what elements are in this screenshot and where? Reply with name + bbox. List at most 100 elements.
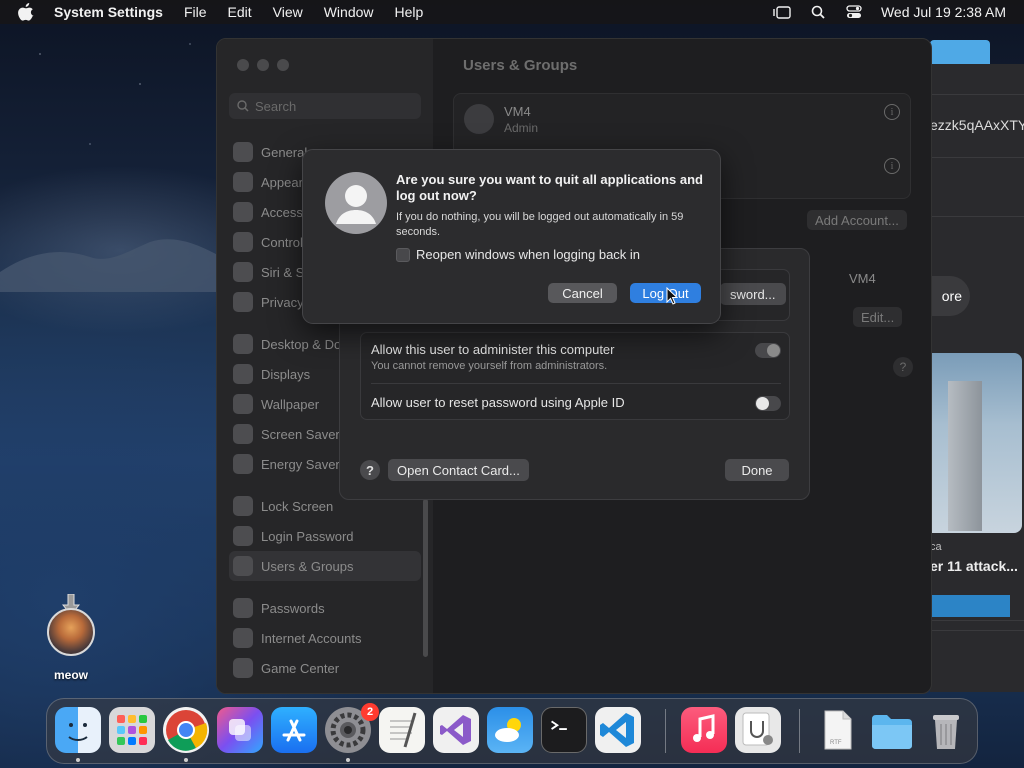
screen-saver-icon — [233, 424, 253, 444]
privacy-hand-icon — [233, 292, 253, 312]
open-contact-card-button[interactable]: Open Contact Card... — [388, 459, 529, 481]
dock-separator — [665, 709, 666, 753]
dock-separator — [799, 709, 800, 753]
textedit-icon[interactable] — [379, 707, 425, 753]
users-groups-icon — [233, 556, 253, 576]
user-name[interactable]: VM4 — [504, 104, 531, 119]
sidebar-item-passwords[interactable]: Passwords — [229, 593, 421, 623]
help-button[interactable]: ? — [360, 460, 380, 480]
key-icon — [233, 598, 253, 618]
reopen-windows-checkbox[interactable] — [396, 248, 410, 262]
done-button[interactable]: Done — [725, 459, 789, 481]
sidebar-item-login-password[interactable]: Login Password — [229, 521, 421, 551]
sidebar-item-label: Passwords — [261, 600, 325, 616]
control-centre-icon — [233, 232, 253, 252]
alert-message: If you do nothing, you will be logged ou… — [396, 211, 684, 238]
document-file-icon[interactable]: RTF — [815, 707, 861, 753]
svg-text:RTF: RTF — [830, 740, 842, 746]
mouse-pointer-icon — [666, 287, 678, 305]
menu-bar: System Settings File Edit View Window He… — [0, 0, 1024, 24]
game-center-icon — [233, 658, 253, 678]
user-info-icon[interactable]: i — [884, 104, 900, 120]
preview-stethoscope-icon[interactable] — [735, 707, 781, 753]
divider — [371, 383, 781, 384]
menu-help[interactable]: Help — [395, 4, 424, 20]
wallpaper-mountain — [0, 239, 230, 292]
menu-view[interactable]: View — [273, 4, 303, 20]
desktop-installer-icon[interactable]: meow — [40, 594, 102, 682]
change-password-button[interactable]: sword... — [720, 283, 786, 305]
zoom-window-button[interactable] — [277, 59, 289, 71]
general-icon — [233, 142, 253, 162]
folder-icon[interactable] — [869, 707, 915, 753]
menu-file[interactable]: File — [184, 4, 207, 20]
background-blue-button[interactable] — [930, 595, 1010, 617]
page-help-button[interactable]: ? — [893, 357, 913, 377]
running-indicator — [76, 758, 80, 762]
sidebar-item-label: Energy Saver — [261, 456, 340, 472]
search-placeholder: Search — [255, 98, 297, 114]
displays-icon — [233, 364, 253, 384]
app-store-icon[interactable] — [271, 707, 317, 753]
accessibility-icon — [233, 202, 253, 222]
terminal-icon[interactable] — [541, 707, 587, 753]
minimize-window-button[interactable] — [257, 59, 269, 71]
sidebar-search-field[interactable]: Search — [229, 93, 421, 119]
background-hash-text: ezzk5qAAxXTY — [930, 117, 1024, 133]
menu-app-name[interactable]: System Settings — [54, 4, 163, 20]
auto-login-select[interactable]: VM4 — [849, 271, 876, 286]
stage-manager-icon[interactable] — [773, 5, 791, 19]
desktop-dock-icon — [233, 334, 253, 354]
sidebar-item-label: Login Password — [261, 528, 354, 544]
desktop-folder-icon[interactable] — [930, 40, 990, 64]
chrome-icon[interactable] — [163, 707, 209, 753]
spotlight-search-icon[interactable] — [809, 5, 827, 19]
vscode-icon[interactable] — [595, 707, 641, 753]
menu-window[interactable]: Window — [324, 4, 374, 20]
macos-installer-image — [47, 608, 95, 656]
sidebar-scrollbar[interactable] — [423, 499, 428, 657]
launchpad-icon[interactable] — [109, 707, 155, 753]
menu-edit[interactable]: Edit — [228, 4, 252, 20]
news-headline[interactable]: er 11 attack... — [930, 558, 1018, 574]
user-avatar — [464, 104, 494, 134]
sidebar-item-internet-accounts[interactable]: Internet Accounts — [229, 623, 421, 653]
close-window-button[interactable] — [237, 59, 249, 71]
at-sign-icon — [233, 628, 253, 648]
sidebar-item-label: Screen Saver — [261, 426, 340, 442]
cancel-button[interactable]: Cancel — [548, 283, 617, 303]
control-center-icon[interactable] — [845, 5, 863, 19]
news-photo[interactable] — [930, 353, 1022, 533]
reset-password-toggle[interactable] — [755, 396, 781, 411]
divider — [930, 94, 1024, 95]
reopen-windows-label[interactable]: Reopen windows when logging back in — [416, 247, 640, 262]
edit-button[interactable]: Edit... — [853, 307, 903, 327]
shortcuts-icon[interactable] — [217, 707, 263, 753]
admin-toggle-label: Allow this user to administer this compu… — [371, 342, 615, 357]
add-account-button[interactable]: Add Account... — [807, 210, 907, 230]
weather-icon[interactable] — [487, 707, 533, 753]
sidebar-item-game-center[interactable]: Game Center — [229, 653, 421, 683]
trash-icon[interactable] — [923, 707, 969, 753]
energy-saver-icon — [233, 454, 253, 474]
apple-menu-icon[interactable] — [18, 3, 34, 21]
finder-icon[interactable] — [55, 707, 101, 753]
alert-title: Are you sure you want to quit all applic… — [396, 172, 703, 203]
logout-alert-dialog: Are you sure you want to quit all applic… — [302, 149, 721, 324]
visual-studio-icon[interactable] — [433, 707, 479, 753]
permissions-group: Allow this user to administer this compu… — [360, 332, 790, 420]
sidebar-item-users-groups[interactable]: Users & Groups — [229, 551, 421, 581]
guest-info-icon[interactable]: i — [884, 158, 900, 174]
more-button[interactable]: ore — [930, 276, 970, 316]
user-role: Admin — [504, 121, 539, 135]
search-icon — [237, 100, 249, 112]
sidebar-item-label: Internet Accounts — [261, 630, 362, 646]
dock: 2 RTF — [46, 698, 978, 764]
desktop-icon-label: meow — [53, 668, 88, 682]
sidebar-item-label: Users & Groups — [261, 558, 354, 574]
window-controls — [237, 59, 289, 71]
admin-toggle[interactable] — [755, 343, 781, 358]
music-icon[interactable] — [681, 707, 727, 753]
menu-clock[interactable]: Wed Jul 19 2:38 AM — [881, 4, 1006, 20]
lock-icon — [233, 496, 253, 516]
